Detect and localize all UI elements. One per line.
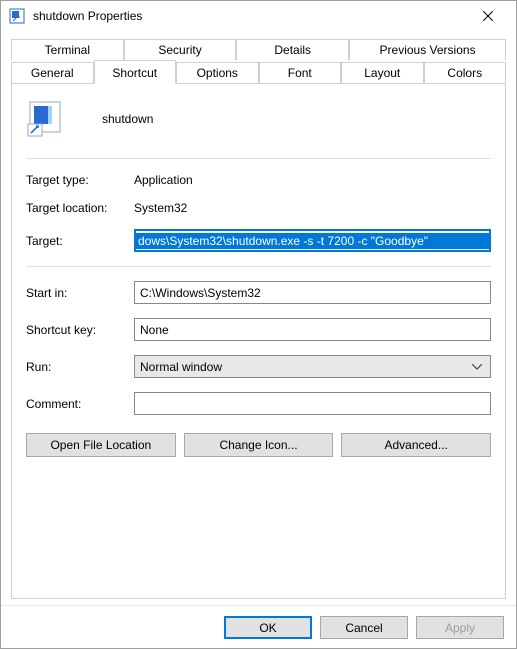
change-icon-button[interactable]: Change Icon... — [184, 433, 334, 457]
advanced-button[interactable]: Advanced... — [341, 433, 491, 457]
tab-layout[interactable]: Layout — [341, 62, 424, 84]
tab-colors[interactable]: Colors — [424, 62, 507, 84]
window-title: shutdown Properties — [33, 9, 468, 23]
shortcut-file-icon — [26, 100, 64, 138]
tab-strip: Terminal Security Details Previous Versi… — [11, 37, 506, 84]
row-shortcut-key: Shortcut key: — [26, 318, 491, 341]
title-bar: shutdown Properties — [1, 1, 516, 31]
comment-input[interactable] — [134, 392, 491, 415]
start-in-input[interactable] — [134, 281, 491, 304]
ok-button[interactable]: OK — [224, 616, 312, 639]
tab-general[interactable]: General — [11, 62, 94, 84]
app-icon — [9, 8, 25, 24]
cancel-button[interactable]: Cancel — [320, 616, 408, 639]
target-location-label: Target location: — [26, 201, 134, 215]
shortcut-panel: shutdown Target type: Application Target… — [11, 83, 506, 599]
shortcut-header: shutdown — [26, 100, 491, 138]
close-button[interactable] — [468, 2, 508, 30]
content-area: Terminal Security Details Previous Versi… — [1, 31, 516, 601]
target-location-value: System32 — [134, 201, 187, 215]
open-file-location-button[interactable]: Open File Location — [26, 433, 176, 457]
target-input[interactable]: dows\System32\shutdown.exe -s -t 7200 -c… — [134, 229, 491, 252]
divider — [26, 158, 491, 159]
tab-terminal[interactable]: Terminal — [11, 39, 124, 60]
row-target-type: Target type: Application — [26, 173, 491, 187]
apply-button[interactable]: Apply — [416, 616, 504, 639]
shortcut-key-input[interactable] — [134, 318, 491, 341]
start-in-label: Start in: — [26, 286, 134, 300]
shortcut-name: shutdown — [102, 112, 153, 126]
shortcut-key-label: Shortcut key: — [26, 323, 134, 337]
target-type-value: Application — [134, 173, 193, 187]
row-target-location: Target location: System32 — [26, 201, 491, 215]
row-comment: Comment: — [26, 392, 491, 415]
dialog-button-row: OK Cancel Apply — [1, 605, 516, 651]
tab-previous-versions[interactable]: Previous Versions — [349, 39, 506, 60]
tab-font[interactable]: Font — [259, 62, 342, 84]
target-type-label: Target type: — [26, 173, 134, 187]
divider — [26, 266, 491, 267]
tab-security[interactable]: Security — [124, 39, 237, 60]
target-label: Target: — [26, 234, 134, 248]
tab-options[interactable]: Options — [176, 62, 259, 84]
row-start-in: Start in: — [26, 281, 491, 304]
action-button-row: Open File Location Change Icon... Advanc… — [26, 433, 491, 457]
run-label: Run: — [26, 360, 134, 374]
row-target: Target: dows\System32\shutdown.exe -s -t… — [26, 229, 491, 252]
tab-shortcut[interactable]: Shortcut — [94, 60, 177, 84]
row-run: Run: Normal window — [26, 355, 491, 378]
comment-label: Comment: — [26, 397, 134, 411]
target-input-text: dows\System32\shutdown.exe -s -t 7200 -c… — [136, 233, 489, 249]
run-select[interactable]: Normal window — [134, 355, 491, 378]
tab-details[interactable]: Details — [236, 39, 349, 60]
